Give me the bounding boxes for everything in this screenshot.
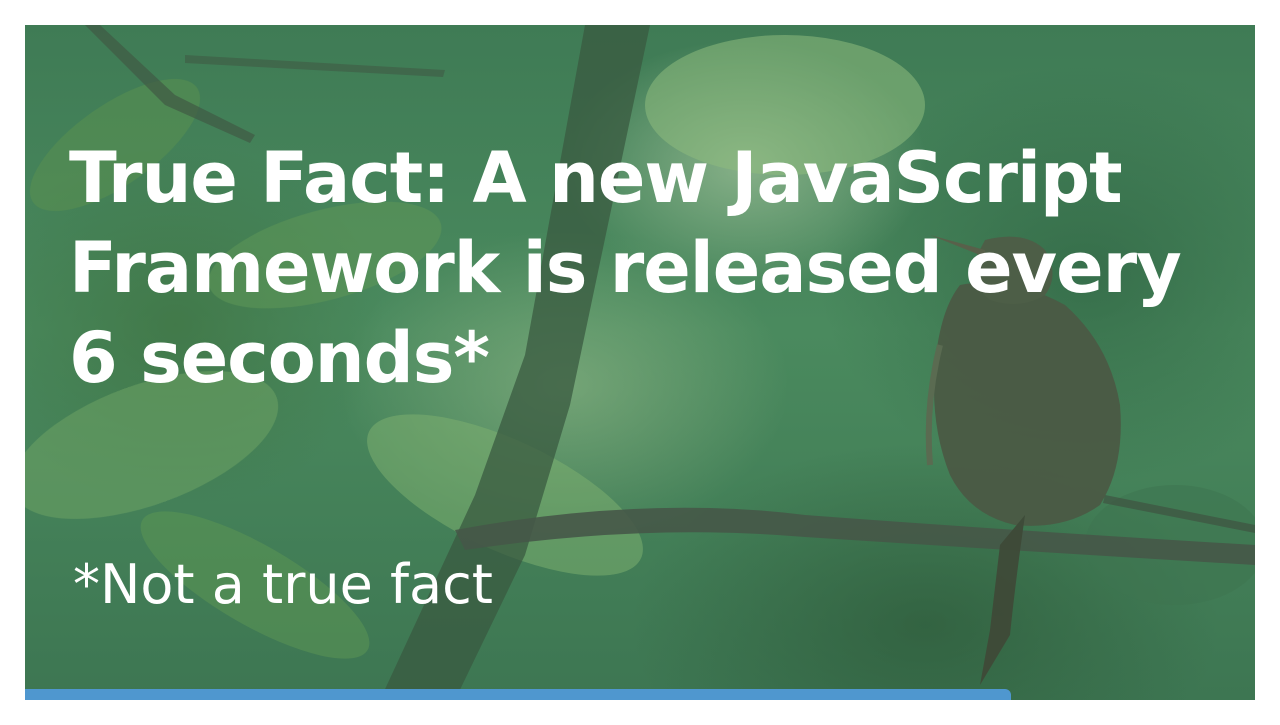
- slide-progress-bar: [25, 689, 1255, 700]
- slide-footnote: *Not a true fact: [73, 553, 493, 616]
- slide-title: True Fact: A new JavaScript Framework is…: [69, 137, 1182, 399]
- slide-progress-fill: [25, 689, 1012, 700]
- slide: True Fact: A new JavaScript Framework is…: [25, 25, 1255, 700]
